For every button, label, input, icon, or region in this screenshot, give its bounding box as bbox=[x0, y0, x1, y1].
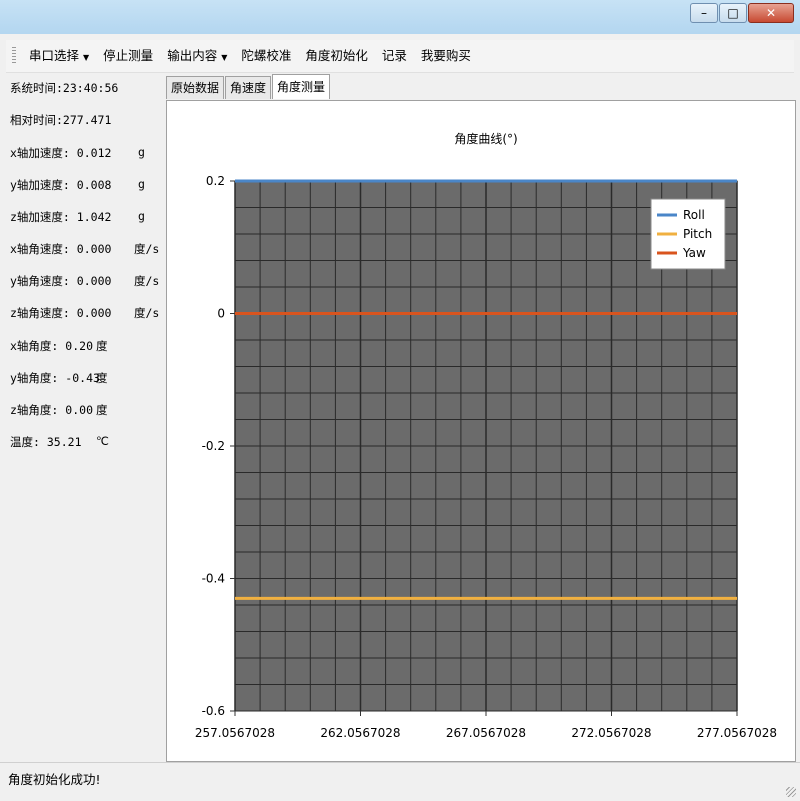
legend-label: Pitch bbox=[683, 227, 712, 241]
accel-z-row: z轴加速度: 1.042 g bbox=[10, 209, 145, 225]
toolbar-grip[interactable] bbox=[12, 47, 16, 65]
menu-angle-init[interactable]: 角度初始化 bbox=[298, 45, 375, 67]
menu-bar: 串口选择 ▼ 停止测量 输出内容 ▼ 陀螺校准 角度初始化 记录 我要购买 bbox=[6, 40, 794, 73]
row-label: x轴角度: bbox=[10, 339, 59, 353]
maximize-icon: □ bbox=[727, 6, 739, 20]
app-window: – □ ✕ 串口选择 ▼ 停止测量 输出内容 ▼ 陀螺校准 角度初始化 记录 我要购… bbox=[0, 0, 800, 801]
info-panel: 系统时间:23:40:56 相对时间:277.471 x轴加速度: 0.012 g… bbox=[6, 74, 162, 760]
temperature-row: 温度: 35.21 ℃ bbox=[10, 434, 109, 450]
x-tick-label: 277.0567028 bbox=[697, 726, 777, 740]
row-unit: 度/s bbox=[134, 242, 160, 256]
row-value: 1.042 bbox=[76, 210, 112, 224]
tab-angular-velocity[interactable]: 角速度 bbox=[225, 76, 272, 99]
y-tick-label: 0.2 bbox=[206, 174, 225, 188]
row-value: 0.000 bbox=[76, 242, 112, 256]
row-value: 0.000 bbox=[76, 274, 112, 288]
close-button[interactable]: ✕ bbox=[748, 3, 794, 23]
gyro-y-row: y轴角速度: 0.000 度/s bbox=[10, 273, 159, 289]
row-unit: 度/s bbox=[134, 306, 160, 320]
legend-label: Roll bbox=[683, 208, 705, 222]
dropdown-arrow-icon: ▼ bbox=[83, 53, 90, 62]
row-label: z轴角速度: bbox=[10, 306, 70, 320]
x-tick-label: 267.0567028 bbox=[446, 726, 526, 740]
tab-content: 角度曲线(°) 0.2 0 -0.2 -0.4 -0.6 257.0567028 262.05… bbox=[166, 100, 796, 762]
accel-y-row: y轴加速度: 0.008 g bbox=[10, 177, 145, 193]
row-label: y轴角速度: bbox=[10, 274, 70, 288]
row-unit: 度 bbox=[96, 371, 108, 385]
menu-gyro-calibrate[interactable]: 陀螺校准 bbox=[234, 45, 298, 67]
chart-title: 角度曲线(°) bbox=[454, 131, 517, 146]
legend-label: Yaw bbox=[682, 246, 706, 260]
gyro-z-row: z轴角速度: 0.000 度/s bbox=[10, 305, 159, 321]
row-value: -0.43 bbox=[65, 371, 100, 385]
row-value: 0.012 bbox=[76, 146, 112, 160]
menu-buy[interactable]: 我要购买 bbox=[414, 45, 478, 67]
minimize-button[interactable]: – bbox=[690, 3, 718, 23]
row-unit: g bbox=[138, 145, 145, 159]
row-label: y轴角度: bbox=[10, 371, 59, 385]
minimize-icon: – bbox=[701, 6, 707, 20]
x-tick-label: 272.0567028 bbox=[571, 726, 651, 740]
tab-angle-measure[interactable]: 角度测量 bbox=[272, 74, 331, 99]
row-label: x轴角速度: bbox=[10, 242, 70, 256]
window-controls: – □ ✕ bbox=[689, 3, 794, 23]
dropdown-arrow-icon: ▼ bbox=[221, 53, 228, 62]
row-unit: g bbox=[138, 177, 145, 191]
y-tick-label: -0.2 bbox=[202, 439, 225, 453]
row-unit: g bbox=[138, 209, 145, 223]
menu-output-content[interactable]: 输出内容 ▼ bbox=[160, 45, 234, 67]
gyro-x-row: x轴角速度: 0.000 度/s bbox=[10, 241, 159, 257]
menu-port-select[interactable]: 串口选择 ▼ bbox=[22, 45, 96, 67]
row-value: 0.008 bbox=[76, 178, 112, 192]
angle-z-row: z轴角度: 0.00 度 bbox=[10, 402, 108, 418]
row-value: 0.20 bbox=[65, 339, 93, 353]
maximize-button[interactable]: □ bbox=[719, 3, 747, 23]
title-bar: – □ ✕ bbox=[0, 0, 800, 34]
row-value: 35.21 bbox=[46, 435, 82, 449]
row-value: 0.000 bbox=[76, 306, 112, 320]
y-tick-label: -0.6 bbox=[202, 704, 225, 718]
angle-x-row: x轴角度: 0.20 度 bbox=[10, 338, 108, 354]
row-label: y轴加速度: bbox=[10, 178, 70, 192]
relative-time: 相对时间:277.471 bbox=[10, 113, 112, 127]
row-unit: 度 bbox=[96, 339, 108, 353]
row-label: z轴加速度: bbox=[10, 210, 70, 224]
angle-chart: 角度曲线(°) 0.2 0 -0.2 -0.4 -0.6 257.0567028 262.05… bbox=[195, 131, 777, 740]
row-label: z轴角度: bbox=[10, 403, 59, 417]
close-icon: ✕ bbox=[765, 6, 777, 20]
resize-grip[interactable] bbox=[786, 787, 796, 797]
row-value: 0.00 bbox=[65, 403, 93, 417]
tab-raw-data[interactable]: 原始数据 bbox=[166, 76, 225, 99]
status-bar: 角度初始化成功! bbox=[0, 762, 800, 801]
row-label: 温度: bbox=[10, 435, 40, 449]
row-label: x轴加速度: bbox=[10, 146, 70, 160]
row-unit: 度/s bbox=[134, 274, 160, 288]
row-unit: 度 bbox=[96, 403, 108, 417]
y-tick-label: -0.4 bbox=[202, 572, 225, 586]
tab-strip: 原始数据 角速度 角度测量 bbox=[166, 74, 331, 100]
x-tick-label: 262.0567028 bbox=[320, 726, 400, 740]
angle-y-row: y轴角度: -0.43 度 bbox=[10, 370, 108, 386]
system-time: 系统时间:23:40:56 bbox=[10, 81, 119, 95]
x-tick-label: 257.0567028 bbox=[195, 726, 275, 740]
accel-x-row: x轴加速度: 0.012 g bbox=[10, 145, 145, 161]
menu-record[interactable]: 记录 bbox=[375, 45, 414, 67]
status-text: 角度初始化成功! bbox=[8, 772, 101, 787]
y-tick-label: 0 bbox=[217, 307, 225, 321]
row-unit: ℃ bbox=[96, 434, 109, 448]
menu-stop-measure[interactable]: 停止测量 bbox=[96, 45, 160, 67]
